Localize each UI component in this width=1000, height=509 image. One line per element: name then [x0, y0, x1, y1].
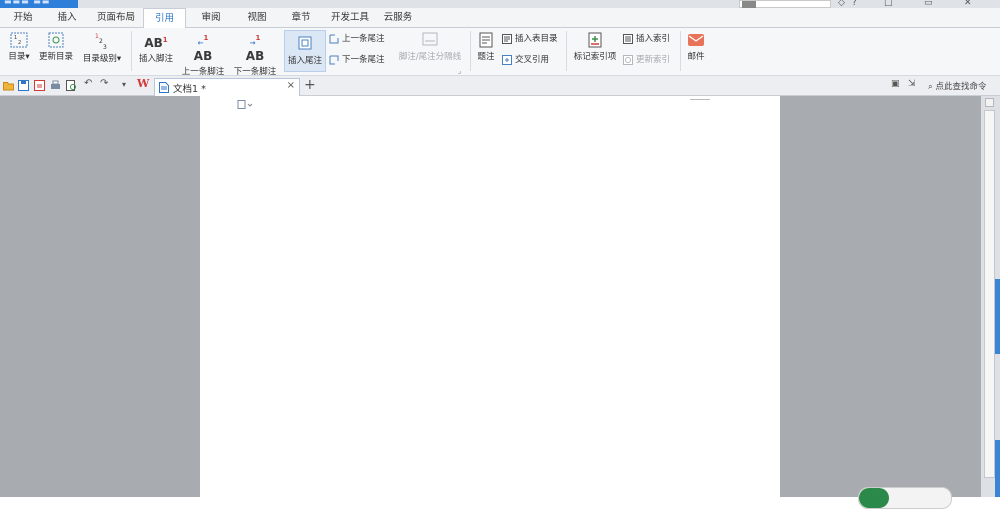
- side-panel-tab[interactable]: [995, 440, 1000, 497]
- open-folder-icon[interactable]: [3, 80, 14, 91]
- app-logo[interactable]: ▬▬▬ ▬▬: [0, 0, 78, 8]
- restore-icon[interactable]: ▭: [924, 0, 933, 8]
- scroll-up-button[interactable]: [985, 98, 994, 107]
- ribbon-tab-bar: 开始 插入 页面布局 引用 审阅 视图 章节 开发工具 云服务: [0, 8, 1000, 29]
- undo-icon[interactable]: ↶: [84, 78, 95, 89]
- mark-index-entry-button[interactable]: 标记索引项: [571, 32, 619, 62]
- tab-section[interactable]: 章节: [284, 8, 318, 28]
- insert-index-button[interactable]: 插入索引: [623, 32, 670, 46]
- footnote-separator-button[interactable]: 脚注/尾注分隔线: [396, 32, 464, 62]
- close-window-icon[interactable]: ✕: [964, 0, 972, 8]
- tab-references[interactable]: 引用: [143, 8, 186, 29]
- account-area[interactable]: [739, 0, 831, 8]
- help-icon[interactable]: ?: [852, 0, 857, 8]
- maximize-icon[interactable]: □: [884, 0, 893, 8]
- update-index-icon: [623, 54, 633, 65]
- table-of-figures-icon: [502, 33, 512, 44]
- quick-access-toolbar: ↶ ↷ ▾ W 文档1 * × + ▣ ⇲ ⌕ 点此查找命令: [0, 76, 1000, 96]
- toc-level-button[interactable]: 1 2 3 目录级别▾: [79, 32, 125, 64]
- caption-icon: [479, 32, 493, 48]
- print-icon[interactable]: [50, 80, 61, 91]
- command-search-label: 点此查找命令: [935, 82, 987, 92]
- tab-page-layout[interactable]: 页面布局: [92, 8, 140, 28]
- next-endnote-icon: [329, 55, 339, 64]
- redo-icon[interactable]: ↷: [100, 78, 111, 89]
- document-icon: [159, 82, 169, 93]
- insert-footnote-button[interactable]: AB1 插入脚注: [137, 34, 175, 64]
- divider: [131, 31, 132, 71]
- tab-insert[interactable]: 插入: [50, 8, 84, 28]
- update-index-button[interactable]: 更新索引: [623, 53, 670, 67]
- paste-options-icon[interactable]: [237, 100, 253, 113]
- svg-text:2: 2: [18, 40, 21, 46]
- svg-text:1: 1: [14, 35, 17, 41]
- tab-review[interactable]: 审阅: [194, 8, 228, 28]
- prev-endnote-button[interactable]: 上一条尾注: [329, 32, 385, 46]
- customize-toolbar-icon[interactable]: ▾: [122, 80, 133, 91]
- skin-icon[interactable]: ◇: [838, 0, 845, 8]
- side-panel-tab[interactable]: [995, 279, 1000, 354]
- insert-endnote-button[interactable]: 插入尾注: [284, 30, 326, 72]
- print-preview-icon[interactable]: [66, 80, 77, 91]
- export-pdf-icon[interactable]: [34, 80, 45, 91]
- cross-reference-button[interactable]: 交叉引用: [502, 53, 549, 67]
- next-endnote-button[interactable]: 下一条尾注: [329, 53, 385, 67]
- endnote-icon: [298, 36, 312, 50]
- toc-button[interactable]: 1 2 目录▾: [3, 32, 35, 62]
- next-footnote-icon: →1 AB: [245, 34, 265, 63]
- insert-index-icon: [623, 33, 633, 44]
- mark-index-icon: [588, 32, 602, 48]
- tab-home[interactable]: 开始: [6, 8, 40, 28]
- avatar: [742, 1, 756, 8]
- update-toc-icon: [48, 32, 64, 48]
- divider: [470, 31, 471, 71]
- screen-icon[interactable]: ▣: [891, 79, 902, 90]
- document-page[interactable]: [200, 96, 780, 497]
- prev-endnote-icon: [329, 34, 339, 43]
- close-tab-icon[interactable]: ×: [287, 80, 295, 91]
- document-workspace: [0, 96, 981, 497]
- mail-icon: [688, 34, 704, 46]
- caption-button[interactable]: 题注: [474, 32, 498, 62]
- svg-text:3: 3: [103, 44, 107, 50]
- title-bar: ▬▬▬ ▬▬ ◇ ? □ ▭ ✕: [0, 0, 1000, 8]
- prev-footnote-button[interactable]: ←1 AB 上一条脚注: [180, 32, 226, 77]
- divider: [680, 31, 681, 71]
- document-tab[interactable]: 文档1 * ×: [154, 78, 300, 96]
- command-search[interactable]: ⌕ 点此查找命令: [928, 80, 986, 92]
- assistant-bubble[interactable]: [858, 487, 952, 509]
- next-footnote-button[interactable]: →1 AB 下一条脚注: [232, 32, 278, 77]
- divider: [566, 31, 567, 71]
- update-toc-button[interactable]: 更新目录: [37, 32, 75, 62]
- separator-icon: [422, 32, 438, 46]
- assistant-icon: [859, 488, 889, 508]
- mail-button[interactable]: 邮件: [684, 32, 708, 62]
- margin-marker: [690, 96, 710, 100]
- new-tab-button[interactable]: +: [304, 77, 316, 93]
- scrollbar-thumb[interactable]: [984, 110, 995, 478]
- footnote-ab-icon: AB1: [144, 36, 168, 50]
- collapse-ribbon-icon[interactable]: ⇲: [908, 79, 919, 90]
- toc-level-icon: 1 2 3: [95, 33, 107, 50]
- tab-view[interactable]: 视图: [240, 8, 274, 28]
- toc-icon: 1 2: [10, 32, 28, 48]
- tab-cloud[interactable]: 云服务: [380, 8, 416, 28]
- search-icon: ⌕: [928, 82, 933, 92]
- insert-table-of-figures-button[interactable]: 插入表目录: [502, 32, 558, 46]
- cross-reference-icon: [502, 54, 512, 65]
- wps-logo-icon[interactable]: W: [137, 77, 149, 90]
- tab-developer[interactable]: 开发工具: [328, 8, 372, 28]
- document-tab-name: 文档1 *: [173, 84, 206, 95]
- prev-footnote-icon: ←1 AB: [193, 34, 213, 63]
- ribbon-panel: 1 2 目录▾ 更新目录 1 2 3 目录级别▾ AB1 插入脚注 ←1 AB 上…: [0, 28, 1000, 77]
- save-icon[interactable]: [18, 80, 29, 91]
